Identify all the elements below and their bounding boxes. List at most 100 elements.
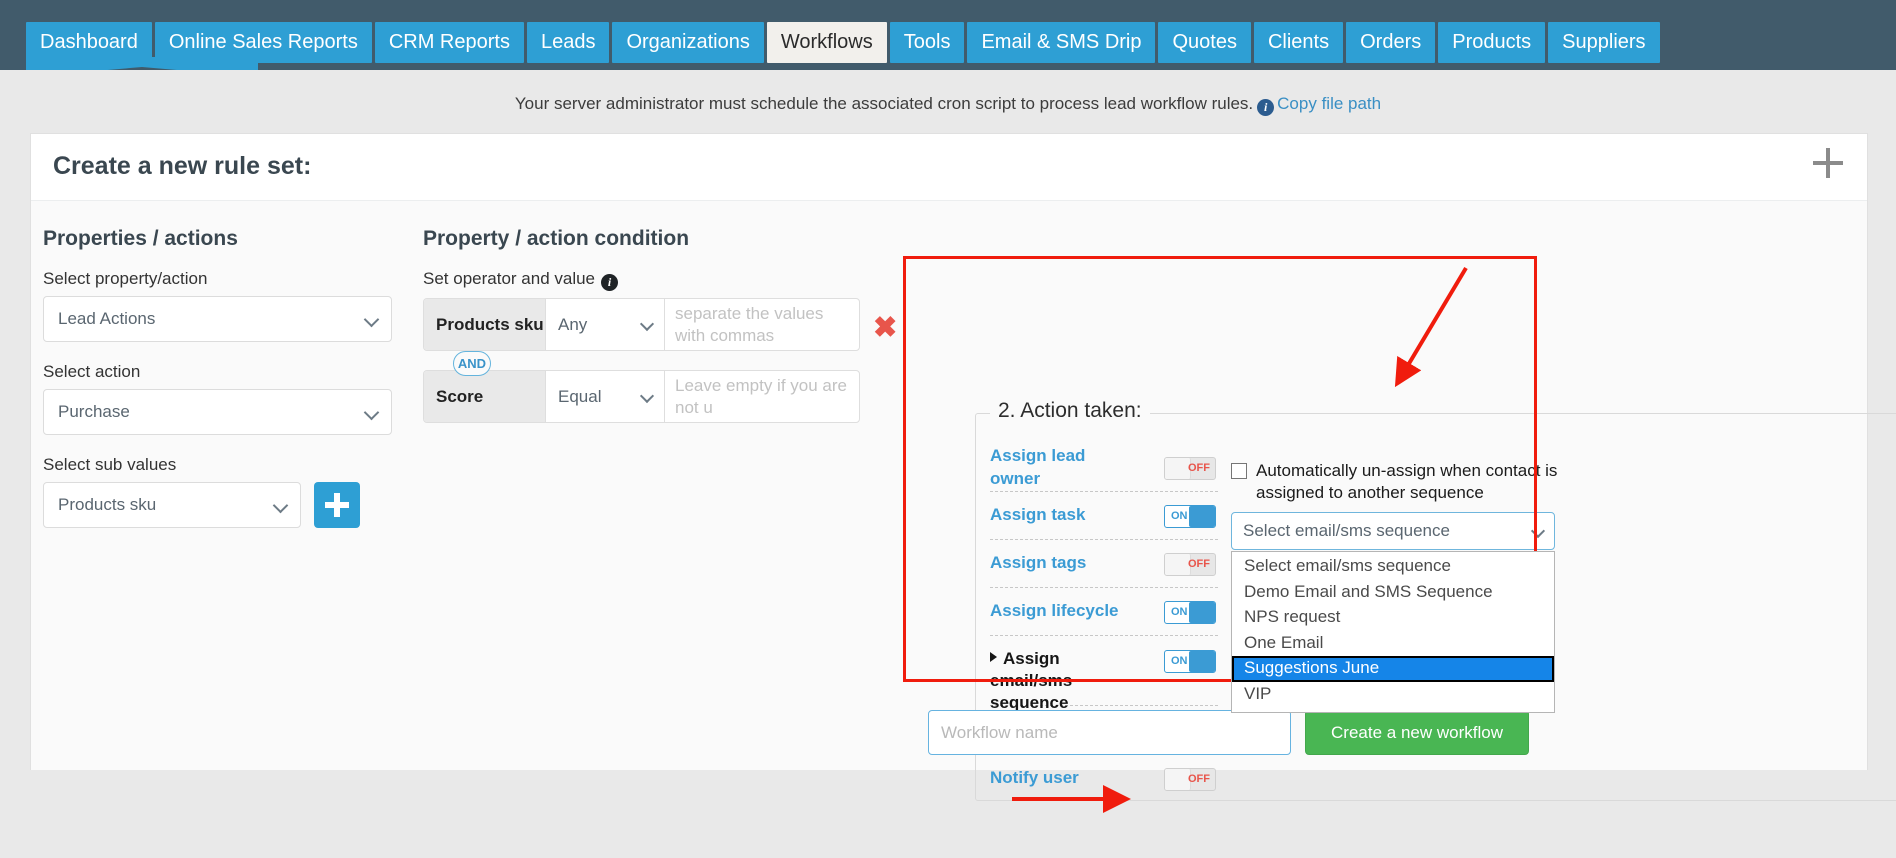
info-icon: i [1257, 99, 1275, 116]
action-toggle-switch[interactable]: ON [1164, 601, 1216, 624]
condition-operator-dropdown[interactable]: Equal [546, 371, 665, 422]
toggle-knob [1189, 506, 1215, 527]
action-taken-legend: 2. Action taken: [990, 399, 1150, 423]
properties-heading: Properties / actions [43, 227, 238, 250]
add-rule-set-plus-icon[interactable] [1813, 148, 1843, 178]
top-navigation-bar: Dashboard Online Sales Reports CRM Reports… [0, 0, 1896, 77]
nav-tab-list: Dashboard Online Sales Reports CRM Reports… [26, 22, 1660, 63]
condition-field-name: Products sku [424, 299, 546, 350]
select-property-value: Lead Actions [58, 309, 156, 328]
caret-right-icon [990, 652, 997, 662]
info-icon: i [601, 274, 619, 291]
sequence-option[interactable]: One Email [1232, 631, 1554, 657]
toggle-state-text: OFF [1188, 772, 1210, 785]
card-header: Create a new rule set: [31, 134, 1867, 201]
condition-operator-dropdown[interactable]: Any [546, 299, 665, 350]
select-action-value: Purchase [58, 402, 130, 421]
select-action-label: Select action [43, 362, 141, 381]
page-content: Your server administrator must schedule … [0, 70, 1896, 858]
action-toggle-label-notify-user[interactable]: Notify user [990, 767, 1079, 789]
sequence-select-value: Select email/sms sequence [1243, 521, 1450, 540]
chevron-down-icon [639, 388, 655, 404]
add-sub-value-button[interactable] [314, 482, 360, 528]
select-sub-values-value: Products sku [58, 495, 157, 514]
sub-values-row: Products sku [43, 482, 423, 528]
auto-unassign-checkbox[interactable] [1231, 463, 1247, 479]
copy-file-path-link[interactable]: Copy file path [1277, 94, 1381, 113]
nav-tab-online-sales-reports[interactable]: Online Sales Reports [154, 22, 372, 63]
action-toggle-label-assign-tags[interactable]: Assign tags [990, 552, 1086, 574]
nav-tab-email-sms-drip[interactable]: Email & SMS Drip [967, 22, 1156, 63]
nav-tab-clients[interactable]: Clients [1253, 22, 1344, 63]
action-toggle-label-assign-task[interactable]: Assign task [990, 504, 1085, 526]
action-toggle-switch[interactable]: ON [1164, 505, 1216, 528]
nav-tab-dashboard[interactable]: Dashboard [26, 22, 152, 63]
action-toggle-label-assign-lead-owner[interactable]: Assign lead owner [990, 445, 1140, 489]
action-toggle-row: Assign email/sms sequence ON [990, 636, 1218, 712]
chevron-down-icon [639, 316, 655, 332]
action-toggle-row: Assign lead owner OFF [990, 444, 1218, 492]
delete-condition-icon[interactable]: ✖ [873, 314, 897, 343]
toggle-state-text: OFF [1188, 558, 1210, 570]
sequence-options-list: Select email/sms sequence Demo Email and … [1231, 551, 1555, 713]
condition-row-2: Score Equal Leave empty if you are not u [423, 370, 860, 423]
toggle-knob [1189, 651, 1215, 672]
nav-tab-products[interactable]: Products [1438, 22, 1546, 63]
workflow-name-input[interactable]: Workflow name [928, 710, 1291, 755]
condition-field-name: Score [424, 371, 546, 422]
condition-value-input[interactable]: separate the values with commas [665, 299, 859, 350]
chevron-down-icon [272, 497, 289, 514]
toggle-state-text: OFF [1188, 462, 1210, 474]
sequence-option[interactable]: NPS request [1232, 605, 1554, 631]
condition-value-input[interactable]: Leave empty if you are not u [665, 371, 859, 422]
action-toggle-switch[interactable]: OFF [1164, 767, 1216, 791]
cron-notice: Your server administrator must schedule … [0, 94, 1896, 116]
action-toggle-switch[interactable]: ON [1164, 650, 1216, 673]
action-toggle-row: Assign tags OFF [990, 540, 1218, 588]
nav-tab-organizations[interactable]: Organizations [612, 22, 764, 63]
select-property-dropdown[interactable]: Lead Actions [43, 296, 392, 342]
action-toggle-row: Assign task ON [990, 492, 1218, 540]
sequence-select-dropdown[interactable]: Select email/sms sequence [1231, 512, 1555, 550]
auto-unassign-label: Automatically un-assign when contact is … [1256, 461, 1558, 503]
condition-heading: Property / action condition [423, 227, 690, 250]
cron-notice-text: Your server administrator must schedule … [514, 94, 1254, 113]
condition-column: Property / action condition Set operator… [423, 227, 923, 423]
card-body: Properties / actions Select property/act… [31, 201, 1896, 801]
nav-tab-tools[interactable]: Tools [889, 22, 965, 63]
properties-actions-column: Properties / actions Select property/act… [43, 227, 423, 528]
toggle-state-text: ON [1171, 606, 1188, 618]
sequence-option[interactable]: Select email/sms sequence [1232, 554, 1554, 580]
condition-row-1: Products sku Any separate the values wit… [423, 298, 860, 351]
nav-tab-orders[interactable]: Orders [1346, 22, 1436, 63]
page-title: Create a new rule set: [53, 152, 312, 180]
condition-operator-value: Any [558, 314, 588, 334]
auto-unassign-row: Automatically un-assign when contact is … [1231, 460, 1561, 504]
rule-set-card: Create a new rule set: Properties / acti… [30, 133, 1896, 801]
condition-operator-value: Equal [558, 386, 602, 406]
sequence-option[interactable]: VIP [1232, 682, 1554, 708]
nav-tab-suppliers[interactable]: Suppliers [1548, 22, 1660, 63]
toggle-state-text: ON [1171, 655, 1188, 667]
select-property-label: Select property/action [43, 269, 208, 288]
action-toggle-switch[interactable]: OFF [1164, 457, 1216, 480]
action-toggle-row: Assign lifecycle ON [990, 588, 1218, 636]
action-toggle-switch[interactable]: OFF [1164, 553, 1216, 576]
create-workflow-button[interactable]: Create a new workflow [1305, 710, 1529, 755]
nav-tab-leads[interactable]: Leads [526, 22, 610, 63]
toggle-knob [1189, 602, 1215, 623]
select-sub-values-dropdown[interactable]: Products sku [43, 482, 301, 528]
chevron-down-icon [363, 311, 380, 328]
and-connector-badge: AND [453, 351, 491, 376]
action-toggle-label-assign-lifecycle[interactable]: Assign lifecycle [990, 600, 1119, 622]
sequence-option[interactable]: Demo Email and SMS Sequence [1232, 580, 1554, 606]
sequence-option[interactable]: Suggestions June [1232, 656, 1554, 683]
toggle-state-text: ON [1171, 510, 1188, 522]
select-action-dropdown[interactable]: Purchase [43, 389, 392, 435]
chevron-down-icon [363, 404, 380, 421]
nav-tab-workflows[interactable]: Workflows [766, 22, 887, 63]
nav-tab-crm-reports[interactable]: CRM Reports [374, 22, 524, 63]
nav-tab-quotes[interactable]: Quotes [1158, 22, 1251, 63]
condition-rows: Products sku Any separate the values wit… [423, 298, 923, 423]
select-sub-values-label: Select sub values [43, 455, 177, 474]
